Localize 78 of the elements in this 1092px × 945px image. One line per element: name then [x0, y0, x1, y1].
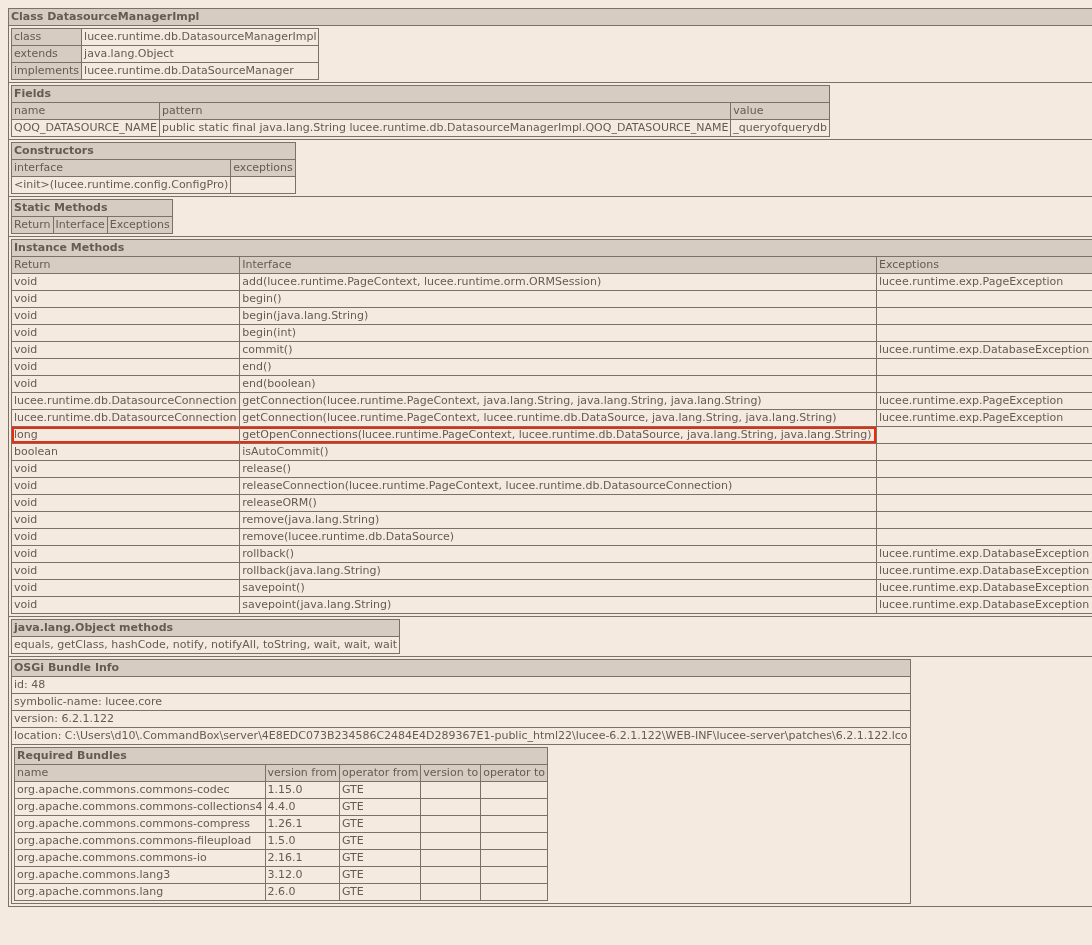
table-cell: 4.4.0 [265, 798, 340, 816]
table-cell: org.apache.commons.commons-compress [14, 815, 266, 833]
table-cell: void [11, 562, 240, 580]
table-cell: 3.12.0 [265, 866, 340, 884]
method-list: equals, getClass, hashCode, notify, notifyAll, toString, wait, wait, wait [11, 636, 400, 654]
table-cell: GTE [339, 832, 421, 850]
property-value: lucee.runtime.db.DatasourceManagerImpl [81, 28, 319, 46]
section-title: Fields [11, 85, 830, 103]
table-cell: GTE [339, 883, 421, 901]
table-cell: void [11, 290, 240, 308]
table-cell: commit() [239, 341, 877, 359]
table-cell: public static final java.lang.String lucee.runtime.db.DatasourceManagerImpl.QOQ_DATASOURCE_NAME [159, 119, 731, 137]
table-cell: getConnection(lucee.runtime.PageContext, java.lang.String, java.lang.String, java.lang.String) [239, 392, 877, 410]
table-cell: remove(lucee.runtime.db.DataSource) [239, 528, 877, 546]
section-title: Constructors [11, 142, 296, 160]
table-cell: void [11, 460, 240, 478]
table-cell: 1.15.0 [265, 781, 340, 799]
table-cell: GTE [339, 866, 421, 884]
table-cell: end() [239, 358, 877, 376]
table-cell: releaseORM() [239, 494, 877, 512]
table-cell: releaseConnection(lucee.runtime.PageContext, lucee.runtime.db.DatasourceConnection) [239, 477, 877, 495]
dump-title: Class DatasourceManagerImpl [8, 8, 1092, 26]
table-cell: void [11, 579, 240, 597]
table-cell: void [11, 341, 240, 359]
section-title: OSGi Bundle Info [11, 659, 911, 677]
table-cell: void [11, 596, 240, 614]
table-cell: remove(java.lang.String) [239, 511, 877, 529]
table-cell: GTE [339, 815, 421, 833]
table-cell: org.apache.commons.lang3 [14, 866, 266, 884]
table-cell: lucee.runtime.db.DatasourceConnection [11, 409, 240, 427]
table-cell: getOpenConnections(lucee.runtime.PageContext, lucee.runtime.db.DataSource, java.lang.String, java.lang.String) [239, 426, 877, 444]
table-cell: org.apache.commons.commons-collections4 [14, 798, 266, 816]
table-cell: GTE [339, 849, 421, 867]
table-cell: long [11, 426, 240, 444]
table-cell: org.apache.commons.commons-codec [14, 781, 266, 799]
table-cell: begin(java.lang.String) [239, 307, 877, 325]
table-cell: 2.6.0 [265, 883, 340, 901]
property-value: java.lang.Object [81, 45, 319, 63]
table-cell: end(boolean) [239, 375, 877, 393]
table-cell: savepoint(java.lang.String) [239, 596, 877, 614]
table-cell: rollback() [239, 545, 877, 563]
table-cell: void [11, 545, 240, 563]
table-cell: QOQ_DATASOURCE_NAME [11, 119, 160, 137]
table-cell: void [11, 511, 240, 529]
table-cell: getConnection(lucee.runtime.PageContext, lucee.runtime.db.DataSource, java.lang.String, java.lang.String) [239, 409, 877, 427]
table-cell: boolean [11, 443, 240, 461]
table-cell: GTE [339, 798, 421, 816]
table-cell: void [11, 528, 240, 546]
table-cell: void [11, 494, 240, 512]
table-cell: org.apache.commons.commons-io [14, 849, 266, 867]
table-cell: rollback(java.lang.String) [239, 562, 877, 580]
section-title: Required Bundles [14, 747, 548, 765]
table-cell: void [11, 375, 240, 393]
property-label: class [11, 28, 82, 46]
table-cell: 2.16.1 [265, 849, 340, 867]
table-cell: org.apache.commons.lang [14, 883, 266, 901]
table-cell: void [11, 273, 240, 291]
table-cell: savepoint() [239, 579, 877, 597]
table-cell: <init>(lucee.runtime.config.ConfigPro) [11, 176, 231, 194]
table-cell: 1.26.1 [265, 815, 340, 833]
table-cell: void [11, 324, 240, 342]
table-cell: _queryofquerydb [730, 119, 830, 137]
table-cell: begin(int) [239, 324, 877, 342]
section-title: Instance Methods [11, 239, 1092, 257]
table-cell: void [11, 477, 240, 495]
table-cell: GTE [339, 781, 421, 799]
table-cell: void [11, 358, 240, 376]
table-cell: void [11, 307, 240, 325]
section-title: Static Methods [11, 199, 173, 217]
table-cell: begin() [239, 290, 877, 308]
property-value: lucee.runtime.db.DataSourceManager [81, 62, 319, 80]
table-cell: 1.5.0 [265, 832, 340, 850]
table-cell: isAutoCommit() [239, 443, 877, 461]
table-cell: add(lucee.runtime.PageContext, lucee.runtime.orm.ORMSession) [239, 273, 877, 291]
table-cell: lucee.runtime.db.DatasourceConnection [11, 392, 240, 410]
table-cell: org.apache.commons.commons-fileupload [14, 832, 266, 850]
section-title: java.lang.Object methods [11, 619, 400, 637]
table-cell: release() [239, 460, 877, 478]
